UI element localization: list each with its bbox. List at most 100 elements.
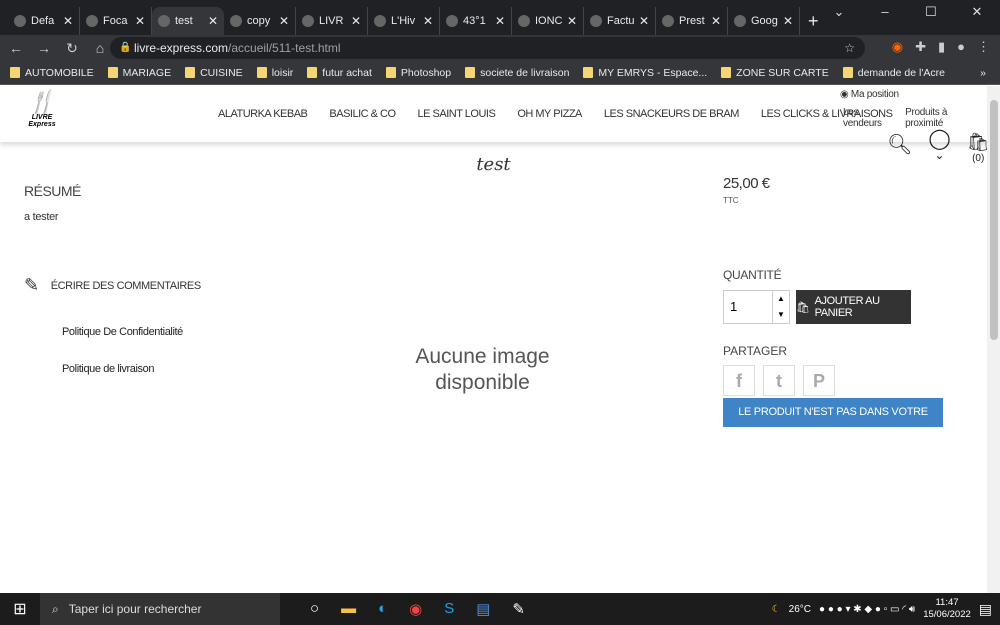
write-review-link[interactable]: ✎ ÉCRIRE DES COMMENTAIRES [24,275,201,296]
web-page: 🍴 LIVRE Express ALATURKA KEBAB BASILIC & C… [0,86,987,593]
scrollbar[interactable] [987,86,1000,593]
notifications-icon[interactable]: ▤ [979,601,992,618]
favicon-icon [302,15,314,27]
add-to-cart-button[interactable]: 🛍 AJOUTER AU PANIER [796,290,911,324]
not-in-range-button[interactable]: LE PRODUIT N'EST PAS DANS VOTRE GAMME [723,398,943,447]
close-tab-icon[interactable]: ✕ [639,14,649,28]
file-explorer-icon[interactable]: ▬ [341,600,356,618]
folder-icon [465,67,476,78]
bookmark-label: Photoshop [400,66,452,79]
bookmark-item[interactable]: loisir [256,67,293,79]
home-icon[interactable]: ⌂ [88,40,112,56]
reload-icon[interactable]: ↻ [60,40,84,57]
browser-tab[interactable]: Goog ✕ [728,7,800,35]
bookmark-item[interactable]: AUTOMOBILE [10,67,94,79]
quantity-input[interactable]: 1 [723,290,773,324]
close-tab-icon[interactable]: ✕ [495,14,505,28]
facebook-icon[interactable]: f [723,365,755,396]
menu-item[interactable]: BASILIC & CO [329,108,396,120]
forward-icon[interactable]: → [32,40,56,56]
tray-icons[interactable]: ● ● ● ▾ ✱ ◆ ● ▫ ▭ ◜ 🔊︎ [819,604,915,615]
delivery-policy-link[interactable]: Politique de livraison [62,363,154,375]
puzzle-icon[interactable]: ✚ [915,39,926,55]
nearby-products-link[interactable]: Produits à proximité [905,107,987,129]
close-tab-icon[interactable]: ✕ [711,14,721,28]
bookmark-item[interactable]: CUISINE [185,67,243,79]
bookmark-item[interactable]: societe de livraison [465,67,569,79]
close-tab-icon[interactable]: ✕ [567,14,577,28]
bookmark-item[interactable]: futur achat [307,67,372,79]
close-tab-icon[interactable]: ✕ [135,14,145,28]
close-tab-icon[interactable]: ✕ [279,14,289,28]
menu-item[interactable]: OH MY PIZZA [517,108,582,120]
tax-label: TTC [723,196,739,205]
twitter-icon[interactable]: t [763,365,795,396]
windows-start-icon[interactable]: ⊞ [0,599,40,619]
document-icon[interactable]: ▤ [476,600,490,618]
browser-tab[interactable]: L'Hiv ✕ [368,7,440,35]
menu-icon[interactable]: ⋮ [977,39,990,55]
favicon-icon [230,15,242,27]
menu-item[interactable]: LE SAINT LOUIS [418,108,496,120]
favicon-icon [446,15,458,27]
scrollbar-thumb[interactable] [990,100,998,340]
maximize-button[interactable]: ☐ [908,0,954,24]
minimize-button[interactable]: – [862,0,908,24]
bookmark-label: societe de livraison [480,66,570,79]
bookmark-item[interactable]: Photoshop [385,66,452,79]
close-tab-icon[interactable]: ✕ [208,14,218,28]
close-tab-icon[interactable]: ✕ [783,14,793,28]
tab-title: Factu [607,15,634,27]
clock[interactable]: 11:47 15/06/2022 [923,597,971,621]
browser-tab[interactable]: Defa ✕ [8,7,80,35]
site-logo[interactable]: 🍴 LIVRE Express [18,90,66,138]
quantity-stepper[interactable]: ▲ ▼ [772,290,790,324]
folder-icon [185,67,196,78]
extension-icon[interactable]: ◉ [892,39,903,55]
time: 11:47 [935,597,959,608]
bookmark-item[interactable]: ZONE SUR CARTE [721,67,829,79]
bookmark-item[interactable]: MY EMRYS - Espace... [583,67,707,79]
tab-search-icon[interactable]: ⌄ [816,0,862,24]
back-icon[interactable]: ← [4,40,28,56]
main-menu: ALATURKA KEBAB BASILIC & CO LE SAINT LOUIS… [218,108,893,120]
paint-icon[interactable]: ✎ [512,600,525,618]
menu-item[interactable]: LES SNACKEURS DE BRAM [604,108,739,120]
browser-tab[interactable]: test ✕ [152,7,224,35]
close-button[interactable]: ✕ [954,0,1000,24]
bookmark-item[interactable]: MARIAGE [107,67,171,79]
browser-tab[interactable]: Factu ✕ [584,7,656,35]
skype-icon[interactable]: S [444,600,454,618]
menu-item[interactable]: ALATURKA KEBAB [218,108,308,120]
tab-title: test [175,15,193,27]
avatar[interactable]: ● [957,39,965,55]
browser-tab[interactable]: Prest ✕ [656,7,728,35]
tab-title: L'Hiv [391,15,416,27]
search-icon: ⌕ [52,601,59,616]
close-tab-icon[interactable]: ✕ [63,14,73,28]
browser-tab[interactable]: IONC ✕ [512,7,584,35]
favicon-icon [734,15,746,27]
task-view-icon[interactable]: ○ [310,600,319,618]
close-tab-icon[interactable]: ✕ [351,14,361,28]
taskbar-search[interactable]: ⌕ Taper ici pour rechercher [40,593,280,625]
sidepanel-icon[interactable]: ▮ [938,39,945,55]
url-input[interactable]: 🔒 livre-express.com/accueil/511-test.htm… [110,37,865,59]
pinterest-icon[interactable]: P [803,365,835,396]
my-position-link[interactable]: ◉ Ma position [840,89,899,100]
bookmark-item[interactable]: demande de l'Acre [842,67,945,79]
weather-temp[interactable]: 26°C [789,604,811,615]
more-bookmarks-icon[interactable]: » [980,67,986,79]
browser-tab[interactable]: Foca ✕ [80,7,152,35]
sellers-link[interactable]: Les vendeurs [843,107,899,129]
no-image-placeholder: Aucune image disponible [415,345,550,394]
browser-tab[interactable]: 43°1 ✕ [440,7,512,35]
chrome-icon[interactable]: ◉ [409,600,422,618]
bookmark-star-icon[interactable]: ☆ [844,37,855,59]
privacy-policy-link[interactable]: Politique De Confidentialité [62,326,183,338]
tab-title: Prest [679,15,705,27]
browser-tab[interactable]: copy ✕ [224,7,296,35]
close-tab-icon[interactable]: ✕ [423,14,433,28]
browser-tab[interactable]: LIVR ✕ [296,7,368,35]
edge-icon[interactable]: ◐ [378,600,387,618]
